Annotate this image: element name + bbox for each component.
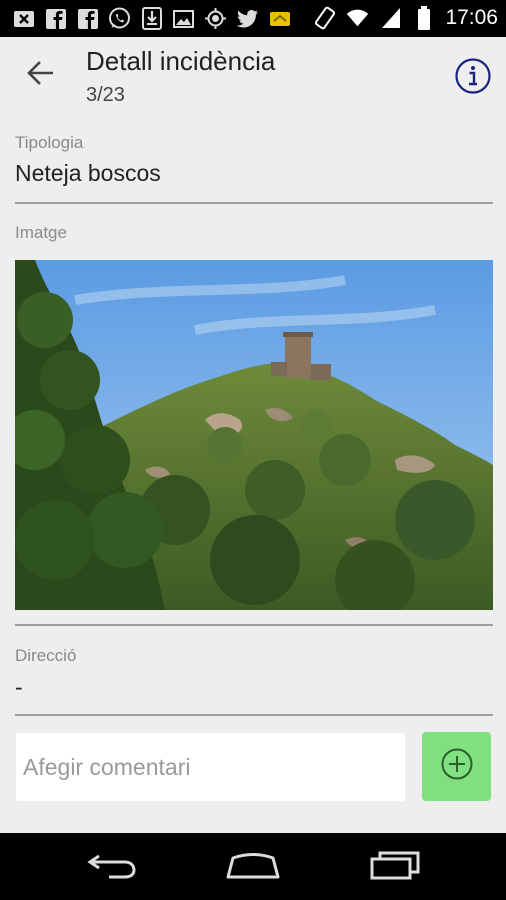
- rotate-icon: [313, 6, 336, 30]
- navigation-bar: [0, 833, 506, 900]
- wifi-icon: [346, 7, 369, 30]
- divider: [15, 624, 493, 626]
- incident-photo[interactable]: [15, 260, 493, 610]
- wallet-icon: [268, 7, 291, 30]
- download-icon: [140, 7, 163, 30]
- status-bar: 17:06: [0, 0, 506, 37]
- nav-back-icon: [87, 850, 137, 885]
- nav-home-button[interactable]: [223, 849, 283, 885]
- imatge-label: Imatge: [15, 223, 67, 242]
- battery-icon: [412, 5, 435, 30]
- back-button[interactable]: [22, 57, 58, 93]
- gps-icon: [204, 7, 227, 30]
- nav-recents-icon: [369, 850, 421, 885]
- tipologia-label: Tipologia: [15, 133, 84, 152]
- image-icon: [172, 7, 195, 30]
- close-box-icon: [12, 7, 35, 30]
- divider: [15, 202, 493, 204]
- nav-home-icon: [225, 850, 281, 885]
- direccio-value: -: [15, 674, 23, 700]
- twitter-icon: [236, 7, 259, 30]
- signal-icon: [379, 7, 402, 30]
- tipologia-value: Neteja boscos: [15, 160, 161, 186]
- system-icons: 17:06: [313, 5, 498, 30]
- facebook-icon: [76, 7, 99, 30]
- app-bar: Detall incidència 3/23: [0, 37, 506, 119]
- comment-input[interactable]: [16, 733, 405, 801]
- info-icon: [454, 58, 492, 99]
- clock: 17:06: [445, 6, 498, 29]
- page-title: Detall incidència: [86, 46, 276, 76]
- nav-recents-button[interactable]: [365, 849, 425, 885]
- castle-hill-image: [15, 260, 493, 610]
- add-comment-button[interactable]: [422, 732, 491, 801]
- nav-back-button[interactable]: [82, 849, 142, 885]
- divider: [15, 714, 493, 716]
- whatsapp-icon: [108, 7, 131, 30]
- info-button[interactable]: [454, 57, 492, 95]
- notification-icons: [12, 7, 291, 30]
- direccio-label: Direcció: [15, 646, 77, 665]
- facebook-icon: [44, 7, 67, 30]
- page-subtitle: 3/23: [86, 84, 125, 106]
- add-circle-icon: [440, 747, 474, 786]
- arrow-back-icon: [27, 60, 54, 90]
